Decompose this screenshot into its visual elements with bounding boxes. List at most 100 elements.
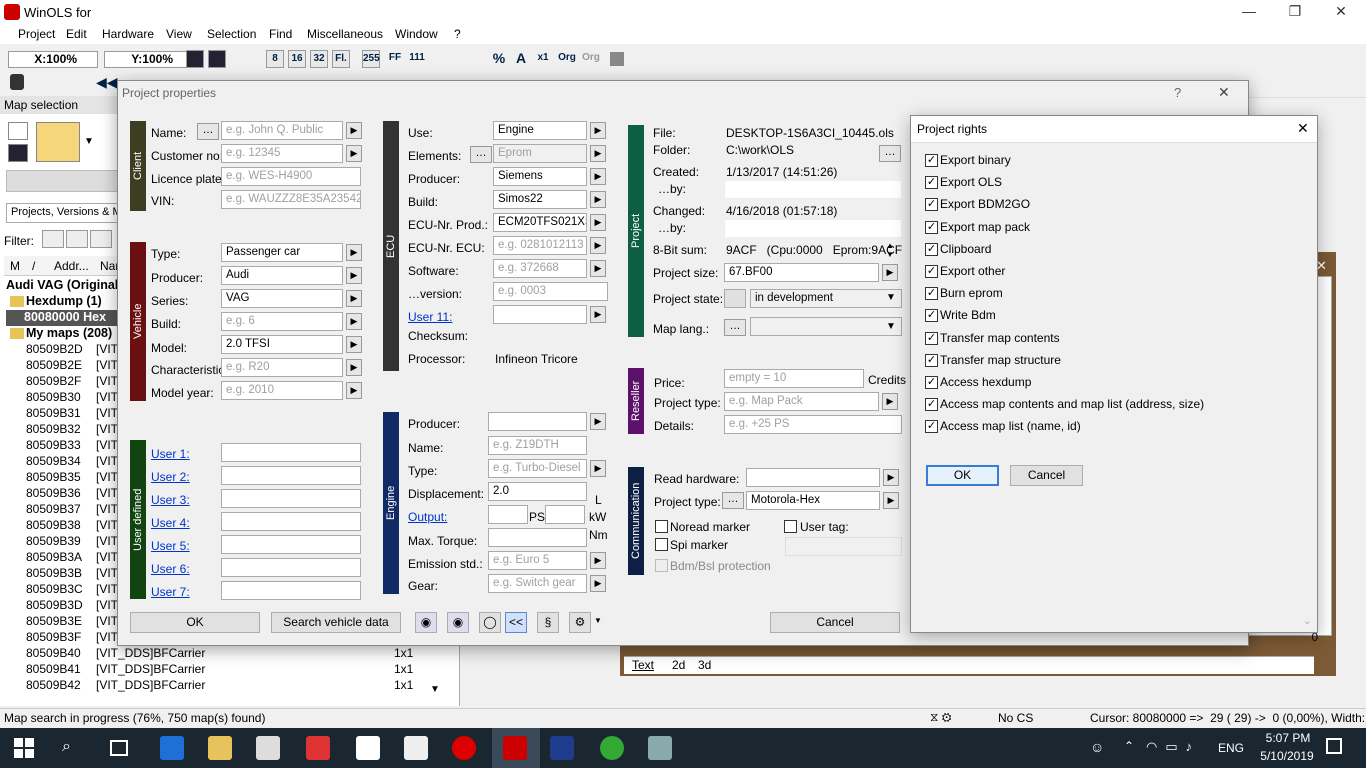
map-row-address[interactable]: 80509B3B: [26, 566, 82, 580]
map-row-name[interactable]: [VIT_DDS]BFCarrier: [96, 646, 205, 660]
map-row-address[interactable]: 80509B37: [26, 502, 81, 516]
user-field-input[interactable]: [221, 581, 361, 600]
map-row-size[interactable]: 1x1: [394, 678, 413, 692]
tray-chevron-icon[interactable]: ⌃: [1124, 739, 1134, 753]
reseller-project-type-arrow[interactable]: ▶: [882, 393, 898, 410]
vehicle-build-arrow[interactable]: ▶: [346, 313, 362, 330]
stop-icon[interactable]: [610, 52, 624, 66]
settings-icon[interactable]: ⚙: [569, 612, 591, 633]
created-by-input[interactable]: [724, 180, 902, 199]
customer-no-arrow[interactable]: ▶: [346, 145, 362, 162]
chip-icon[interactable]: [10, 74, 24, 90]
clock-date[interactable]: 5/10/2019: [1254, 749, 1320, 763]
file-explorer-icon[interactable]: [208, 736, 232, 760]
emission-arrow[interactable]: ▶: [590, 552, 606, 569]
map-row-name[interactable]: [VIT: [96, 566, 118, 580]
task-view-icon[interactable]: [110, 740, 128, 756]
right-checkbox[interactable]: ✓: [925, 198, 938, 212]
bit32-button[interactable]: 32: [310, 50, 328, 68]
map-row-name[interactable]: [VIT: [96, 406, 118, 420]
right-checkbox[interactable]: ✓: [925, 242, 938, 256]
project-size-input[interactable]: 67.BF00: [724, 263, 879, 282]
language-indicator[interactable]: ENG: [1218, 741, 1244, 755]
ecu-nr-input[interactable]: e.g. 0281012113: [493, 236, 587, 255]
ecu-build-input[interactable]: Simos22: [493, 190, 587, 209]
map-row-address[interactable]: 80509B31: [26, 406, 81, 420]
ecu-prod-input[interactable]: ECM20TFS021XSC: [493, 213, 587, 232]
map-row-name[interactable]: [VIT: [96, 582, 118, 596]
map-row-address[interactable]: 80509B2D: [26, 342, 83, 356]
tree-my-maps[interactable]: My maps (208): [26, 326, 118, 340]
right-checkbox[interactable]: ✓: [925, 176, 938, 190]
cancel-button[interactable]: Cancel: [770, 612, 900, 633]
projects-tab[interactable]: Projects, Versions & M: [6, 203, 118, 223]
new-file-icon[interactable]: [8, 122, 28, 140]
series-arrow[interactable]: ▶: [346, 290, 362, 307]
notification-icon[interactable]: [1326, 738, 1342, 754]
map-row-name[interactable]: [VIT: [96, 358, 118, 372]
restore-button[interactable]: ❐: [1272, 0, 1318, 24]
tab-text[interactable]: Text: [632, 658, 654, 672]
right-checkbox[interactable]: ✓: [925, 376, 938, 389]
price-input[interactable]: empty = 10: [724, 369, 864, 388]
ecu-producer-input[interactable]: Siemens: [493, 167, 587, 186]
menu-window[interactable]: Window: [395, 27, 438, 41]
scroll-down-icon[interactable]: ▼: [430, 684, 440, 695]
clock-time[interactable]: 5:07 PM: [1260, 731, 1316, 745]
user11-input[interactable]: [493, 305, 587, 324]
user-field-link[interactable]: User 7:: [151, 585, 190, 599]
search-bar[interactable]: [6, 170, 118, 192]
engine-name-input[interactable]: e.g. Z19DTH: [488, 436, 587, 455]
right-checkbox[interactable]: ✓: [925, 220, 938, 234]
folder-browse-button[interactable]: …: [879, 145, 901, 162]
engine-type-arrow[interactable]: ▶: [590, 460, 606, 477]
map-value-cell[interactable]: 0: [1270, 632, 1318, 644]
map-row-address[interactable]: 80509B3E: [26, 614, 82, 628]
characteristic-arrow[interactable]: ▶: [346, 359, 362, 376]
tab-3d[interactable]: 3d: [698, 658, 711, 672]
chevron-down-icon[interactable]: ▼: [886, 321, 896, 332]
help-icon[interactable]: ?: [1174, 85, 1181, 100]
user-field-input[interactable]: [221, 512, 361, 531]
model-year-arrow[interactable]: ▶: [346, 382, 362, 399]
licence-plate-input[interactable]: e.g. WES-H4900: [221, 167, 361, 186]
user-field-link[interactable]: User 4:: [151, 516, 190, 530]
map-row-name[interactable]: [VIT: [96, 454, 118, 468]
globe-icon[interactable]: ◉: [415, 612, 437, 633]
map-row-name[interactable]: [VIT: [96, 502, 118, 516]
right-checkbox[interactable]: ✓: [925, 353, 938, 367]
gear-input[interactable]: e.g. Switch gear: [488, 574, 587, 593]
bdm-checkbox[interactable]: [655, 559, 668, 572]
output-link[interactable]: Output:: [408, 510, 447, 524]
model-input[interactable]: 2.0 TFSI: [221, 335, 343, 354]
menu-find[interactable]: Find: [269, 27, 292, 41]
user-field-input[interactable]: [221, 443, 361, 462]
engine-type-input[interactable]: e.g. Turbo-Diesel: [488, 459, 587, 478]
user-field-input[interactable]: [221, 489, 361, 508]
user-field-input[interactable]: [221, 535, 361, 554]
ok-button[interactable]: OK: [130, 612, 260, 633]
comm-project-type-browse[interactable]: …: [722, 492, 744, 509]
user11-arrow[interactable]: ▶: [590, 306, 606, 323]
right-checkbox[interactable]: ✓: [925, 309, 938, 323]
paint-icon[interactable]: [648, 736, 672, 760]
document-icon[interactable]: [356, 736, 380, 760]
version-input[interactable]: e.g. 0003: [493, 282, 608, 301]
project-state-select[interactable]: in development: [750, 289, 902, 308]
menu-selection[interactable]: Selection: [207, 27, 256, 41]
ecu-use-arrow[interactable]: ▶: [590, 122, 606, 139]
dec-button[interactable]: 255: [362, 50, 380, 68]
vehicle-type-arrow[interactable]: ▶: [346, 244, 362, 261]
menu-view[interactable]: View: [166, 27, 192, 41]
map-row-address[interactable]: 80509B32: [26, 422, 81, 436]
user-field-input[interactable]: [221, 558, 361, 577]
save-icon[interactable]: [8, 144, 28, 162]
ecu-build-arrow[interactable]: ▶: [590, 191, 606, 208]
customer-no-input[interactable]: e.g. 12345: [221, 144, 343, 163]
ecu-use-input[interactable]: Engine: [493, 121, 587, 140]
map-row-name[interactable]: [VIT: [96, 614, 118, 628]
store-icon[interactable]: [256, 736, 280, 760]
spi-checkbox[interactable]: [655, 538, 668, 551]
map-row-name[interactable]: [VIT_DDS]BFCarrier: [96, 678, 205, 692]
project-state-color[interactable]: [724, 289, 746, 308]
